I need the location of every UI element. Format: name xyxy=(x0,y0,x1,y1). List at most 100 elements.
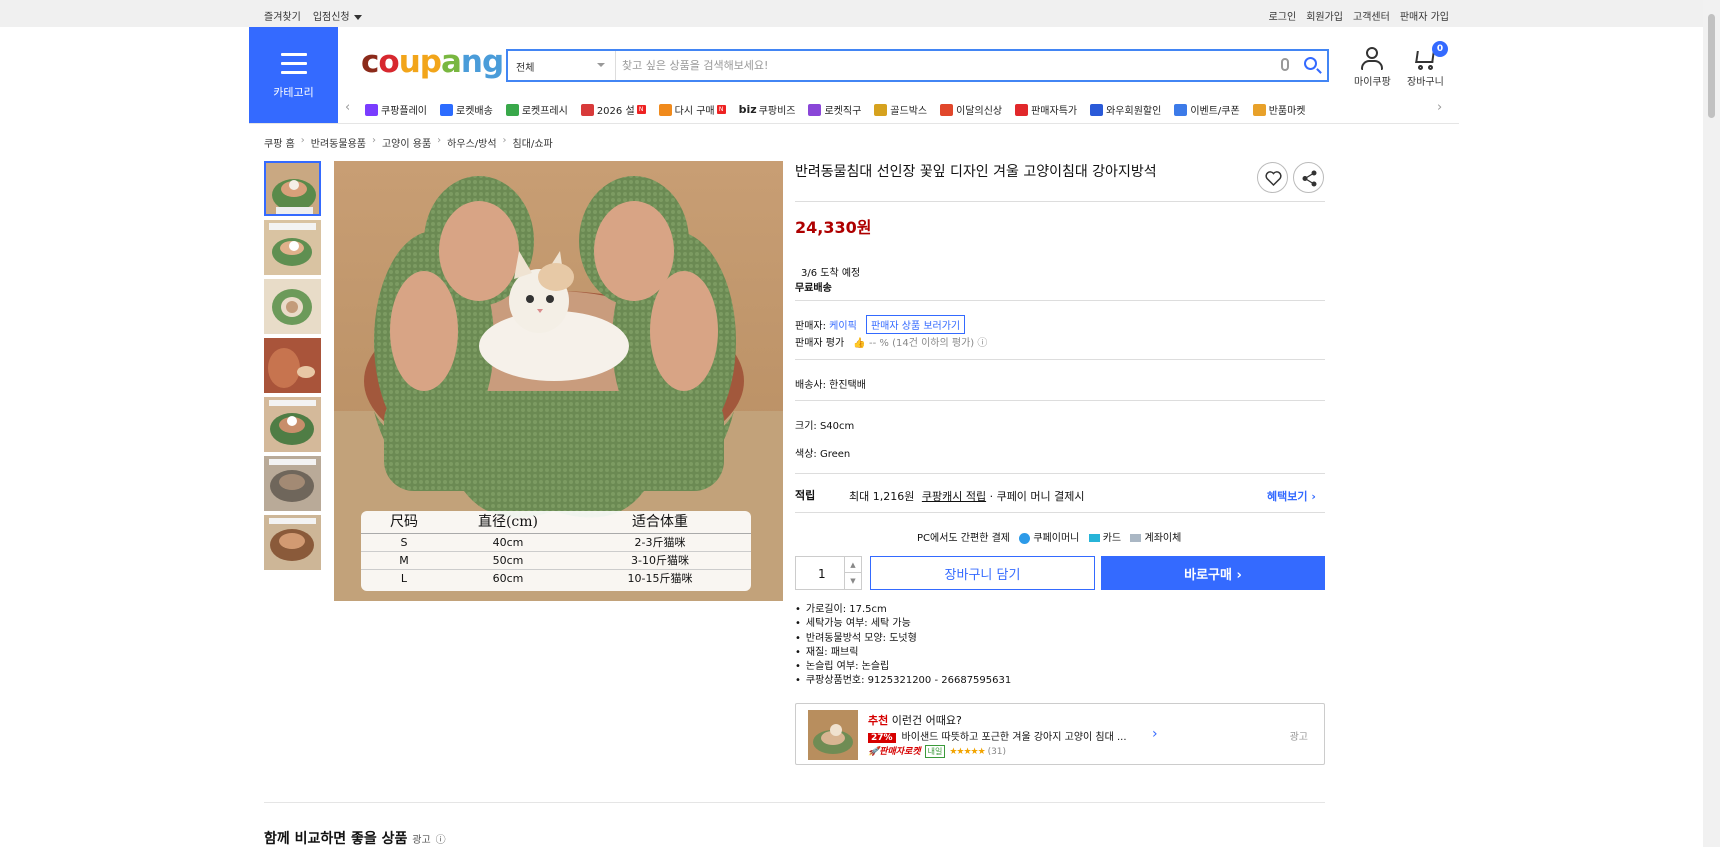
nav-item-label: 이벤트/쿠폰 xyxy=(1190,106,1240,117)
breadcrumb-item[interactable]: 하우스/방석 xyxy=(447,135,496,150)
nav-item-icon xyxy=(658,103,672,116)
signup-link[interactable]: 회원가입 xyxy=(1306,8,1343,23)
discount-badge: 27% xyxy=(868,733,896,743)
cart-count-badge: 0 xyxy=(1432,41,1448,57)
new-badge: N xyxy=(636,105,646,114)
info-icon[interactable]: ⓘ xyxy=(977,338,987,349)
product-thumbnail[interactable] xyxy=(264,220,321,275)
chevron-up-icon[interactable]: ▲ xyxy=(844,557,861,573)
scrollbar-thumb[interactable] xyxy=(1708,14,1715,118)
nav-item[interactable]: 이달의신상 xyxy=(940,102,1002,117)
nav-item-icon xyxy=(505,103,519,116)
heart-icon xyxy=(1265,171,1282,187)
login-link[interactable]: 로그인 xyxy=(1269,8,1297,23)
nav-item[interactable]: 반품마켓 xyxy=(1252,102,1306,117)
nav-item[interactable]: 와우회원할인 xyxy=(1090,102,1161,117)
divider xyxy=(795,201,1325,202)
buy-now-label: 바로구매 xyxy=(1184,567,1232,583)
chevron-right-icon[interactable]: › xyxy=(1437,101,1442,114)
nav-item[interactable]: 2026 설N xyxy=(580,102,646,117)
seller-signup-link[interactable]: 판매자 가입 xyxy=(1400,8,1449,23)
add-to-cart-button[interactable]: 장바구니 담기 xyxy=(870,556,1095,590)
search-category-value: 전체 xyxy=(516,63,535,74)
review-count: (31) xyxy=(987,747,1007,757)
size-option[interactable]: 크기: S40cm xyxy=(795,417,854,432)
partner-apply-link[interactable]: 입점신청 xyxy=(313,8,362,23)
chevron-right-icon[interactable]: › xyxy=(1152,726,1158,742)
hamburger-icon xyxy=(281,53,307,80)
nav-item[interactable]: 이벤트/쿠폰 xyxy=(1174,102,1240,117)
color-option[interactable]: 색상: Green xyxy=(795,445,850,460)
recommendation-red-label: 추천 xyxy=(868,714,889,727)
ad-label: 광고 xyxy=(412,835,431,846)
seller-rating-label: 판매자 평가 xyxy=(795,338,845,349)
customer-center-link[interactable]: 고객센터 xyxy=(1353,8,1390,23)
mycoupang-button[interactable]: 마이쿠팡 xyxy=(1354,45,1391,88)
category-button[interactable]: 카테고리 xyxy=(249,27,338,123)
benefits-label: 혜택보기 xyxy=(1267,490,1308,503)
size-table-cell: 直径(cm) xyxy=(477,514,539,530)
nav-item-icon: biz xyxy=(738,103,757,116)
nav-item[interactable]: 골드박스 xyxy=(874,102,927,117)
product-thumbnail[interactable] xyxy=(264,456,321,511)
spec-item: 쿠팡상품번호: 9125321200 - 26687595631 xyxy=(795,674,1011,688)
quantity-value[interactable]: 1 xyxy=(818,567,826,581)
star-rating-icon: ★★★★★ xyxy=(949,747,985,757)
product-main-image[interactable]: 尺码 直径(cm) 适合体重 S 40cm 2-3斤猫咪 M 50cm 3-10… xyxy=(334,161,783,601)
chevron-down-icon[interactable]: ▼ xyxy=(844,573,861,589)
breadcrumb-item[interactable]: 쿠팡 홈 xyxy=(264,135,295,150)
category-nav: ‹ 쿠팡플레이 로켓배송 로켓프레시 2026 설 N 다시 구매 N biz 쿠팡비즈 로켓직구… xyxy=(345,101,1445,117)
chevron-right-icon: › xyxy=(502,135,507,146)
share-button[interactable] xyxy=(1293,162,1324,193)
product-thumbnail[interactable] xyxy=(264,279,321,334)
logo-letter: o xyxy=(378,44,399,80)
chevron-right-icon: › xyxy=(437,135,442,146)
seller-rocket-badge: 🚀판매자로켓 xyxy=(868,747,921,757)
recommendation-card[interactable]: 추천 이런건 어때요? 27% 바이샌드 따뜻하고 포근한 겨울 강아지 고양이 … xyxy=(795,703,1325,765)
recommendation-label: 이런건 어때요? xyxy=(891,714,962,727)
nav-item[interactable]: 로켓배송 xyxy=(440,102,493,117)
breadcrumb: 쿠팡 홈 › 반려동물용품 › 고양이 용품 › 하우스/방석 › 침대/쇼파 xyxy=(264,135,553,150)
compare-section-title: 함께 비교하면 좋을 상품 광고 ⓘ xyxy=(264,828,446,847)
coupang-cash-link[interactable]: 쿠팡캐시 적립 xyxy=(922,490,986,503)
seller-name-link[interactable]: 케이픽 xyxy=(829,321,857,332)
chevron-right-icon: › xyxy=(1311,490,1316,503)
search-category-select[interactable]: 전체 xyxy=(508,51,616,80)
product-thumbnail[interactable] xyxy=(264,338,321,393)
product-thumbnail[interactable] xyxy=(264,161,321,216)
nav-item[interactable]: 로켓프레시 xyxy=(505,102,568,117)
benefits-link[interactable]: 혜택보기 › xyxy=(1267,488,1316,504)
wishlist-button[interactable] xyxy=(1257,162,1288,193)
search-input[interactable] xyxy=(622,54,1202,77)
spec-item: 재질: 패브릭 xyxy=(795,646,1011,660)
nav-item[interactable]: 로켓직구 xyxy=(808,102,861,117)
nav-item[interactable]: biz 쿠팡비즈 xyxy=(739,102,796,117)
free-shipping: 무료배송 xyxy=(795,283,832,294)
product-thumbnail[interactable] xyxy=(264,397,321,452)
pay-option: 쿠페이머니 xyxy=(1033,533,1080,544)
spec-item: 반려동물방석 모양: 도넛형 xyxy=(795,632,1011,646)
coupang-logo[interactable]: coupang xyxy=(361,44,504,80)
breadcrumb-item[interactable]: 고양이 용품 xyxy=(382,135,431,150)
seller-products-button[interactable]: 판매자 상품 보러가기 xyxy=(865,315,966,334)
favorites-link[interactable]: 즐겨찾기 xyxy=(264,8,301,23)
nav-item-label: 쿠팡비즈 xyxy=(758,106,796,117)
nav-item[interactable]: 판매자특가 xyxy=(1015,102,1077,117)
breadcrumb-item[interactable]: 반려동물용품 xyxy=(311,135,366,150)
nav-item-icon xyxy=(580,103,594,116)
easy-pay-title: PC에서도 간편한 결제 xyxy=(917,533,1010,544)
nav-item-label: 골드박스 xyxy=(890,106,928,117)
microphone-icon[interactable] xyxy=(1281,58,1289,71)
search-icon[interactable] xyxy=(1304,57,1317,70)
breadcrumb-item[interactable]: 침대/쇼파 xyxy=(513,135,553,150)
nav-item[interactable]: 다시 구매 N xyxy=(658,102,726,117)
buy-now-button[interactable]: 바로구매 › xyxy=(1101,556,1325,590)
product-thumbnail[interactable] xyxy=(264,515,321,570)
info-icon[interactable]: ⓘ xyxy=(436,835,446,846)
share-icon xyxy=(1302,170,1317,187)
nav-item[interactable]: 쿠팡플레이 xyxy=(365,102,427,117)
page-scrollbar[interactable] xyxy=(1703,0,1720,847)
bank-icon xyxy=(1130,534,1142,542)
chevron-left-icon[interactable]: ‹ xyxy=(345,101,350,114)
reward-amount: 최대 1,216원 xyxy=(849,490,915,503)
